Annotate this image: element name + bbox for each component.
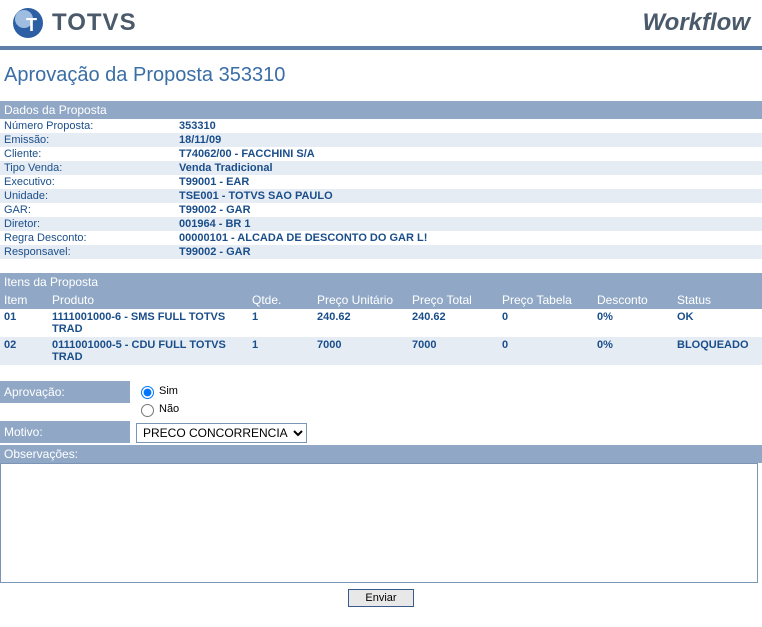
approval-label: Aprovação: [0, 381, 130, 403]
cell-qtde: 1 [248, 309, 313, 337]
module-title: Workflow [642, 9, 750, 37]
proposal-field-label: Regra Desconto: [0, 231, 175, 245]
cell-produto: 1111001000-6 - SMS FULL TOTVS TRAD [48, 309, 248, 337]
proposal-field-row: Emissão:18/11/09 [0, 133, 762, 147]
proposal-field-value: 353310 [175, 119, 220, 133]
proposal-field-row: Responsavel:T99002 - GAR [0, 245, 762, 259]
approval-no-text: Não [159, 403, 179, 415]
brand-logo: T TOTVS [12, 7, 137, 39]
proposal-field-value: T74062/00 - FACCHINI S/A [175, 147, 319, 161]
proposal-field-value: TSE001 - TOTVS SAO PAULO [175, 189, 337, 203]
proposal-section-header: Dados da Proposta [0, 101, 762, 119]
proposal-field-value: 18/11/09 [175, 133, 225, 147]
table-row: 011111001000-6 - SMS FULL TOTVS TRAD1240… [0, 309, 762, 337]
cell-preco_tabela: 0 [498, 309, 593, 337]
proposal-field-value: Venda Tradicional [175, 161, 277, 175]
col-header-status: Status [673, 291, 758, 309]
table-row: 020111001000-5 - CDU FULL TOTVS TRAD1700… [0, 337, 762, 365]
proposal-field-value: 001964 - BR 1 [175, 217, 255, 231]
proposal-field-label: Número Proposta: [0, 119, 175, 133]
col-header-produto: Produto [48, 291, 248, 309]
approval-yes-radio[interactable] [141, 386, 154, 399]
proposal-field-label: Executivo: [0, 175, 175, 189]
brand-name: TOTVS [52, 9, 137, 37]
items-section-header: Itens da Proposta [0, 273, 762, 291]
proposal-field-value: T99001 - EAR [175, 175, 253, 189]
proposal-field-label: Cliente: [0, 147, 175, 161]
cell-qtde: 1 [248, 337, 313, 365]
proposal-field-label: Emissão: [0, 133, 175, 147]
proposal-field-row: Diretor:001964 - BR 1 [0, 217, 762, 231]
proposal-field-row: Número Proposta:353310 [0, 119, 762, 133]
cell-preco_total: 240.62 [408, 309, 498, 337]
col-header-preco-tabela: Preço Tabela [498, 291, 593, 309]
cell-preco_unitario: 7000 [313, 337, 408, 365]
proposal-field-value: T99002 - GAR [175, 245, 255, 259]
cell-status: OK [673, 309, 758, 337]
cell-preco_unitario: 240.62 [313, 309, 408, 337]
cell-item: 01 [0, 309, 48, 337]
cell-preco_tabela: 0 [498, 337, 593, 365]
proposal-field-row: Regra Desconto:00000101 - ALCADA DE DESC… [0, 231, 762, 245]
page-title: Aprovação da Proposta 353310 [0, 50, 762, 101]
proposal-fields: Número Proposta:353310Emissão:18/11/09Cl… [0, 119, 762, 259]
proposal-field-value: T99002 - GAR [175, 203, 255, 217]
reason-select[interactable]: PRECO CONCORRENCIA [136, 423, 307, 443]
proposal-field-label: Diretor: [0, 217, 175, 231]
col-header-desconto: Desconto [593, 291, 673, 309]
proposal-field-label: Tipo Venda: [0, 161, 175, 175]
items-header-row: Item Produto Qtde. Preço Unitário Preço … [0, 291, 762, 309]
approval-form: Aprovação: Sim Não Motivo: PRECO CONCORR… [0, 381, 762, 613]
col-header-item: Item [0, 291, 48, 309]
cell-desconto: 0% [593, 309, 673, 337]
proposal-field-row: Cliente:T74062/00 - FACCHINI S/A [0, 147, 762, 161]
proposal-field-label: Responsavel: [0, 245, 175, 259]
svg-text:T: T [26, 15, 37, 35]
items-body: 011111001000-6 - SMS FULL TOTVS TRAD1240… [0, 309, 762, 365]
col-header-qtde: Qtde. [248, 291, 313, 309]
approval-no-option[interactable]: Não [136, 401, 756, 417]
cell-preco_total: 7000 [408, 337, 498, 365]
proposal-field-label: GAR: [0, 203, 175, 217]
approval-yes-text: Sim [159, 385, 178, 397]
submit-button[interactable]: Enviar [348, 589, 413, 607]
reason-label: Motivo: [0, 421, 130, 443]
observations-textarea[interactable] [0, 463, 758, 583]
proposal-field-row: GAR:T99002 - GAR [0, 203, 762, 217]
proposal-field-row: Executivo:T99001 - EAR [0, 175, 762, 189]
observations-label: Observações: [0, 445, 762, 463]
proposal-field-label: Unidade: [0, 189, 175, 203]
totvs-logo-icon: T [12, 7, 44, 39]
col-header-preco-unitario: Preço Unitário [313, 291, 408, 309]
cell-desconto: 0% [593, 337, 673, 365]
col-header-preco-total: Preço Total [408, 291, 498, 309]
approval-yes-option[interactable]: Sim [136, 383, 756, 399]
proposal-field-row: Tipo Venda:Venda Tradicional [0, 161, 762, 175]
proposal-field-row: Unidade:TSE001 - TOTVS SAO PAULO [0, 189, 762, 203]
app-header: T TOTVS Workflow [0, 0, 762, 50]
cell-produto: 0111001000-5 - CDU FULL TOTVS TRAD [48, 337, 248, 365]
proposal-field-value: 00000101 - ALCADA DE DESCONTO DO GAR L! [175, 231, 431, 245]
approval-no-radio[interactable] [141, 404, 154, 417]
cell-status: BLOQUEADO [673, 337, 758, 365]
cell-item: 02 [0, 337, 48, 365]
